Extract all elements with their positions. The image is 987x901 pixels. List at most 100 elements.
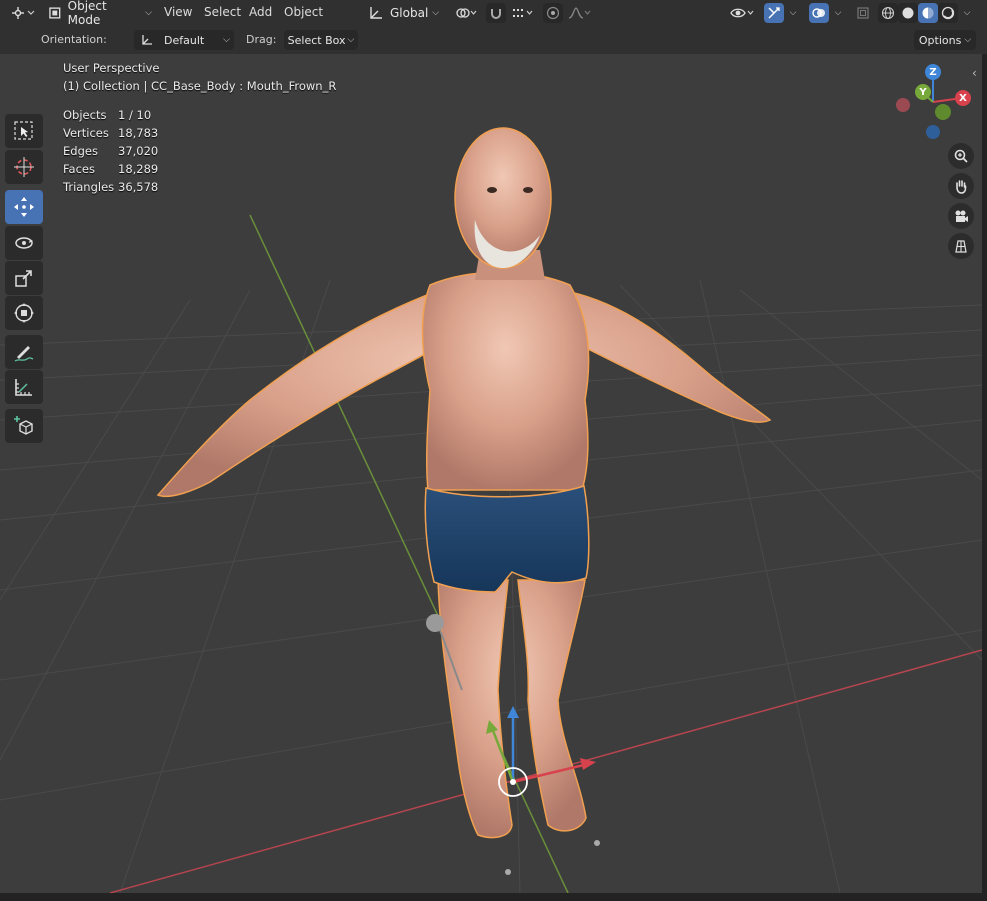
snap-target-selector[interactable] (508, 3, 538, 23)
proportional-editing-toggle[interactable] (543, 3, 563, 23)
viewport-header: Object Mode ⌵ View Select Add Object Glo… (0, 0, 987, 27)
character-eye-left (487, 187, 497, 193)
ruler-icon (15, 379, 32, 396)
hand-icon (956, 180, 967, 194)
menu-view[interactable]: View (164, 5, 192, 19)
shading-options-dropdown[interactable]: ⌵ (960, 3, 974, 23)
view-name: User Perspective (63, 61, 160, 75)
stat-value: 1 / 10 (118, 108, 152, 122)
stat-value: 18,289 (118, 162, 159, 176)
stat-value: 18,783 (118, 126, 159, 140)
z-axis-button[interactable]: Z (925, 64, 941, 80)
mode-selector[interactable]: Object Mode ⌵ (44, 0, 152, 27)
visibility-selector[interactable] (727, 3, 759, 23)
xray-toggle[interactable] (853, 3, 873, 23)
tool-transform[interactable] (5, 296, 43, 330)
active-collection-info: (1) Collection | CC_Base_Body : Mouth_Fr… (63, 79, 337, 93)
character-head (454, 127, 552, 269)
shading-solid-button[interactable] (898, 3, 918, 23)
orientation-value: Default (164, 33, 205, 47)
camera-view-button[interactable] (948, 203, 974, 229)
orientation-icon (370, 7, 382, 19)
shading-rendered-button[interactable] (938, 3, 958, 23)
shading-wireframe-button[interactable] (878, 3, 898, 23)
overlays-options-dropdown[interactable]: ⌵ (831, 3, 845, 23)
zoom-icon (954, 149, 968, 163)
mode-label: Object Mode (67, 0, 107, 27)
falloff-selector[interactable] (565, 3, 595, 23)
3d-viewport[interactable]: User Perspective (1) Collection | CC_Bas… (0, 54, 982, 893)
tool-rotate[interactable] (5, 226, 43, 260)
tool-annotate[interactable] (5, 335, 43, 369)
window-bottom-edge (0, 893, 987, 901)
editor-type-button[interactable] (6, 3, 40, 23)
tool-scale[interactable] (5, 261, 43, 295)
window-right-edge (982, 54, 987, 901)
proportional-edit-icon (546, 6, 560, 20)
menu-select[interactable]: Select (204, 5, 241, 19)
transform-orientation-selector[interactable]: Global ⌵ (366, 3, 444, 23)
orientation-axes-icon (142, 35, 152, 45)
chevron-down-icon: ⌵ (145, 8, 152, 18)
scale-icon (15, 270, 32, 287)
tool-move[interactable] (5, 190, 43, 224)
rendered-sphere-icon (941, 6, 955, 20)
options-dropdown[interactable]: Options ⌵ (914, 30, 976, 50)
editor-type-icon (12, 7, 35, 19)
pencil-icon (14, 346, 34, 362)
stat-label: Edges (63, 144, 98, 158)
character-shorts (424, 485, 590, 593)
gizmo-options-dropdown[interactable]: ⌵ (786, 3, 800, 23)
stat-label: Vertices (63, 126, 109, 140)
y-axis-button[interactable]: Y (915, 84, 931, 100)
character-torso (421, 271, 590, 491)
light-handle (426, 614, 444, 632)
transform-icon (14, 303, 34, 323)
solid-sphere-icon (902, 7, 914, 19)
pan-button[interactable] (948, 173, 974, 199)
drag-value: Select Box (287, 33, 346, 47)
stat-value: 36,578 (118, 180, 159, 194)
magnet-icon (491, 9, 501, 19)
stat-label: Faces (63, 162, 95, 176)
orientation-dropdown[interactable]: Default ⌵ (134, 30, 234, 50)
perspective-toggle-button[interactable] (948, 233, 974, 259)
chevron-down-icon: ⌵ (963, 8, 971, 18)
orientation-label: Global (390, 6, 429, 20)
grid-perspective-icon (955, 240, 967, 253)
chevron-down-icon: ⌵ (834, 8, 842, 18)
chevron-down-icon: ⌵ (964, 35, 972, 45)
tool-select-box[interactable] (5, 114, 43, 148)
drag-dropdown[interactable]: Select Box ⌵ (284, 30, 358, 50)
pivot-point-selector[interactable] (451, 3, 481, 23)
pivot-icon (456, 8, 477, 18)
chevron-down-icon: ⌵ (789, 8, 797, 18)
sidebar-toggle-arrow[interactable]: ‹ (972, 66, 977, 80)
x-axis-button[interactable]: X (955, 90, 971, 106)
tool-settings-bar: Orientation: Default ⌵ Drag: Select Box … (0, 26, 987, 55)
shading-material-preview-button[interactable] (918, 3, 938, 23)
menu-object[interactable]: Object (284, 5, 323, 19)
object-mode-icon (49, 7, 61, 19)
rotate-icon (15, 237, 33, 249)
navigation-gizmo[interactable]: Z X Y (890, 60, 980, 146)
wireframe-sphere-icon (881, 6, 895, 20)
tool-add-cube[interactable] (5, 409, 43, 443)
snap-toggle[interactable] (486, 3, 506, 23)
stat-value: 37,020 (118, 144, 159, 158)
select-box-icon (14, 121, 33, 140)
menu-add[interactable]: Add (249, 5, 272, 19)
tool-cursor[interactable] (5, 150, 43, 184)
overlays-toggle[interactable] (809, 3, 829, 23)
options-label: Options (918, 33, 962, 47)
camera-icon (955, 210, 968, 222)
move-arrows-icon (14, 197, 34, 217)
chevron-down-icon: ⌵ (432, 8, 440, 18)
zoom-button[interactable] (948, 143, 974, 169)
character-eye-right (523, 187, 533, 193)
gizmo-icon (768, 7, 780, 19)
gizmo-toggle[interactable] (764, 3, 784, 23)
chevron-down-icon: ⌵ (223, 35, 230, 45)
tool-measure[interactable] (5, 370, 43, 404)
stat-label: Objects (63, 108, 107, 122)
